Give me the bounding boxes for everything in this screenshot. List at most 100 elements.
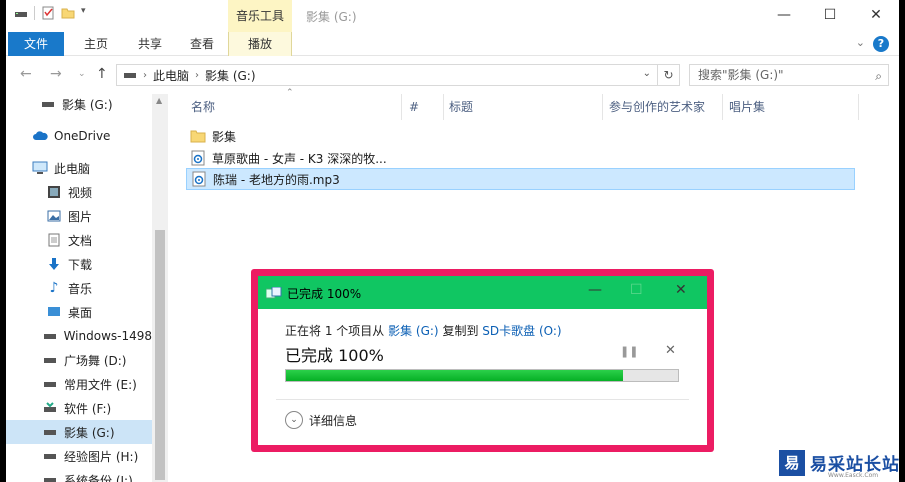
file-row[interactable]: 影集 [186,125,386,147]
watermark: 易 易采站长站 Www.Easck.Com [776,448,899,482]
download-icon [46,257,62,271]
nav-label: 影集 (G:) [64,425,115,440]
drive-icon[interactable] [14,6,28,20]
up-icon[interactable]: ↑ [96,66,108,82]
more-details-button[interactable]: ⌄ 详细信息 [285,411,357,429]
copy-progress-dialog: 已完成 100% — ☐ ✕ 正在将 1 个项目从 影集 (G:) 复制到 SD… [258,276,707,445]
ribbon-tabs: 文件 主页 共享 查看 播放 ⌄ ? [6,32,899,56]
progress-status: 已完成 100% [285,346,384,365]
dialog-title-bar: 已完成 100% — ☐ ✕ [258,276,707,309]
nav-item-drive-h[interactable]: 经验图片 (H:) [6,444,152,468]
customize-toolbar-icon[interactable]: ▾ [81,6,95,20]
maximize-icon[interactable]: ☐ [807,0,853,30]
drive-icon [42,377,58,391]
minimize-icon[interactable]: — [588,282,602,298]
cancel-icon[interactable]: ✕ [665,343,676,358]
nav-item-drive-g[interactable]: 影集 (G:) [6,420,152,444]
nav-item-drive-i[interactable]: 系统备份 (I:) [6,468,152,482]
file-row-selected[interactable]: 陈瑞 - 老地方的雨.mp3 [186,168,855,190]
nav-item-drive-e[interactable]: 常用文件 (E:) [6,372,152,396]
nav-item-drive-g-top[interactable]: 影集 (G:) [6,92,152,116]
drive-icon [42,401,58,415]
scroll-up-icon[interactable]: ▲ [156,96,162,105]
close-icon[interactable]: ✕ [853,0,899,30]
nav-item-music[interactable]: ♪ 音乐 [6,276,152,300]
nav-item-videos[interactable]: 视频 [6,180,152,204]
nav-label: Windows-1498 [63,329,152,343]
window-title: 影集 (G:) [306,10,357,24]
back-icon[interactable]: ← [20,66,32,82]
nav-label: 常用文件 (E:) [64,377,137,392]
tab-view[interactable]: 查看 [176,32,228,56]
pictures-folder-icon [46,209,62,223]
drive-icon [42,329,58,343]
nav-item-downloads[interactable]: 下载 [6,252,152,276]
tab-home[interactable]: 主页 [70,32,122,56]
help-icon[interactable]: ? [873,36,889,52]
address-dropdown-icon[interactable]: ⌄ [643,68,651,79]
computer-icon [32,161,48,175]
desktop-icon [46,305,62,319]
close-icon[interactable]: ✕ [675,282,687,298]
progress-fill [286,370,624,381]
tab-play[interactable]: 播放 [228,32,292,56]
drive-icon [42,353,58,367]
chevron-right-icon[interactable]: › [143,70,147,81]
column-divider [401,94,402,120]
forward-icon[interactable]: → [50,66,62,82]
copy-mid: 复制到 [442,324,479,338]
file-row[interactable]: 草原歌曲 - 女声 - K3 深深的牧... [186,147,406,169]
breadcrumb-drive[interactable]: 影集 (G:) [205,67,256,84]
expand-ribbon-icon[interactable]: ⌄ [856,36,865,49]
chevron-right-icon[interactable]: › [195,70,199,81]
music-tools-context-header: 音乐工具 [228,0,292,32]
navigation-pane: 影集 (G:) OneDrive 此电脑 视频 图片 文档 下载 ♪ 音乐 桌面… [6,90,166,482]
nav-item-documents[interactable]: 文档 [6,228,152,252]
column-divider [602,94,603,120]
tab-share[interactable]: 共享 [124,32,176,56]
refresh-icon[interactable]: ↻ [657,65,679,85]
nav-item-drive-d[interactable]: 广场舞 (D:) [6,348,152,372]
divider [276,399,689,400]
column-header-artist[interactable]: 参与创作的艺术家 [609,96,705,118]
search-input[interactable]: 搜索"影集 (G:)" ⌕ [689,64,889,86]
documents-folder-icon [46,233,62,247]
column-divider [722,94,723,120]
copy-description: 正在将 1 个项目从 影集 (G:) 复制到 SD卡歌盘 (O:) [285,322,562,339]
watermark-logo: 易 [779,450,805,476]
column-header-title[interactable]: 标题 [449,96,473,118]
column-header-album[interactable]: 唱片集 [729,96,765,118]
copy-icon [265,286,282,299]
nav-item-desktop[interactable]: 桌面 [6,300,152,324]
column-header-number[interactable]: # [409,96,419,118]
nav-label: 软件 (F:) [64,401,112,416]
pause-icon[interactable]: ❚❚ [620,345,638,358]
audio-file-icon [190,150,206,166]
breadcrumb-this-pc[interactable]: 此电脑 [153,67,189,84]
minimize-icon[interactable]: — [761,0,807,30]
recent-locations-icon[interactable]: ⌄ [78,69,86,79]
copy-prefix: 正在将 1 个项目从 [285,324,385,338]
source-link[interactable]: 影集 (G:) [388,324,439,338]
nav-label: 下载 [68,257,93,272]
search-icon: ⌕ [875,69,882,83]
nav-item-drive-c[interactable]: Windows-1498 [6,324,152,348]
nav-label: 文档 [68,233,93,248]
sort-indicator-icon: ⌃ [286,88,294,98]
scrollbar-thumb[interactable] [155,230,165,480]
tab-file[interactable]: 文件 [8,32,64,56]
drive-icon [40,97,56,111]
destination-link[interactable]: SD卡歌盘 (O:) [482,324,561,338]
drive-icon [42,425,58,439]
address-bar[interactable]: › 此电脑 › 影集 (G:) ⌄ ↻ [116,64,680,86]
column-header-name[interactable]: 名称 [191,96,215,118]
nav-label: 视频 [68,185,93,200]
nav-item-this-pc[interactable]: 此电脑 [6,156,152,180]
nav-item-drive-f[interactable]: 软件 (F:) [6,396,152,420]
nav-item-onedrive[interactable]: OneDrive [6,124,152,148]
nav-scrollbar[interactable]: ▲ [152,94,168,482]
properties-icon[interactable] [41,6,55,20]
nav-label: 此电脑 [54,161,91,176]
new-folder-icon[interactable] [61,6,75,20]
nav-item-pictures[interactable]: 图片 [6,204,152,228]
